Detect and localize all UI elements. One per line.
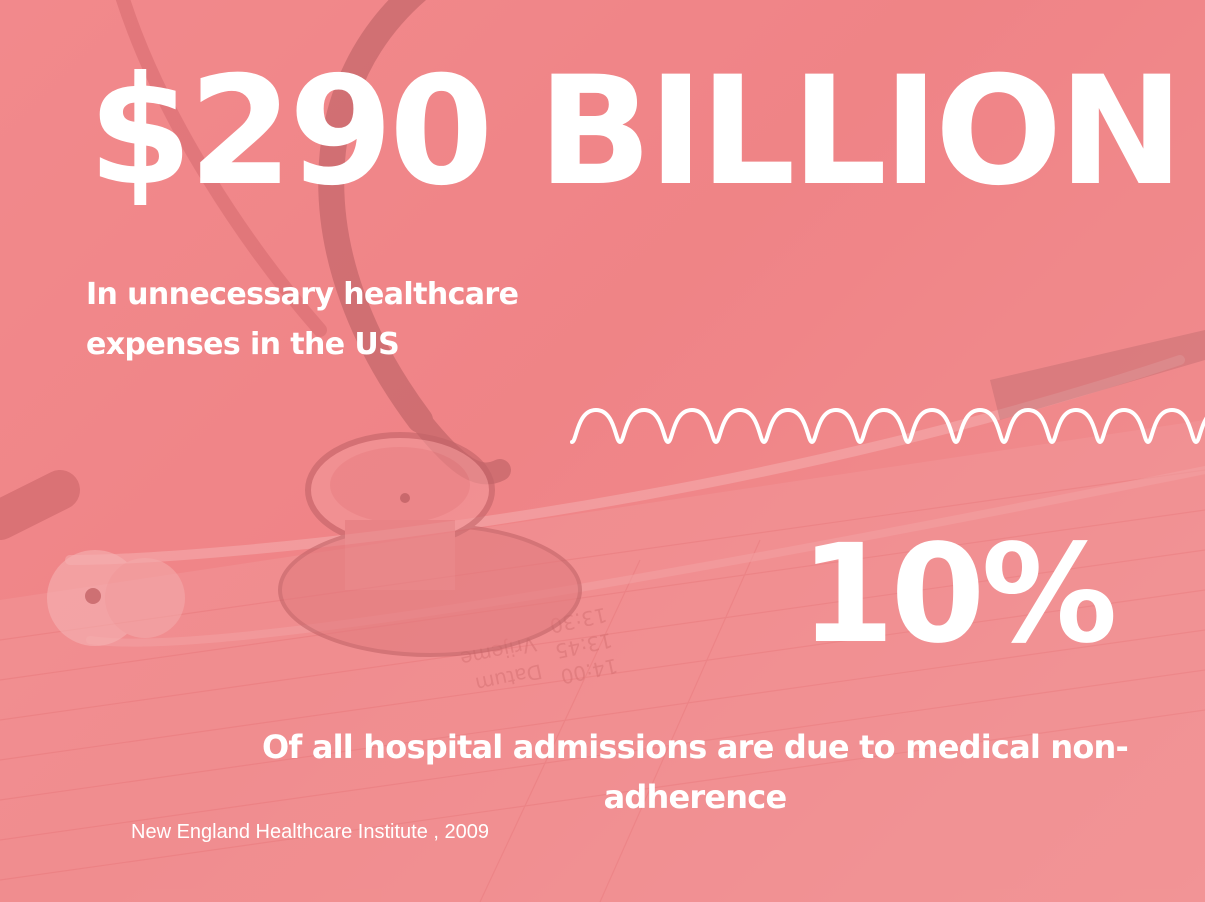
infographic: 14:00 13:45 13:30 Datum Vrijeme $290 BIL… <box>0 0 1205 902</box>
statistic-subtitle: Of all hospital admissions are due to me… <box>261 728 1129 816</box>
statistic-percent: 10% <box>800 516 1118 674</box>
source-citation: New England Healthcare Institute , 2009 <box>131 821 489 843</box>
headline-amount: $290 BILLION <box>88 45 1184 219</box>
headline-subtitle: In unnecessary healthcare expenses in th… <box>86 277 519 362</box>
wave-divider-icon <box>570 407 1205 445</box>
